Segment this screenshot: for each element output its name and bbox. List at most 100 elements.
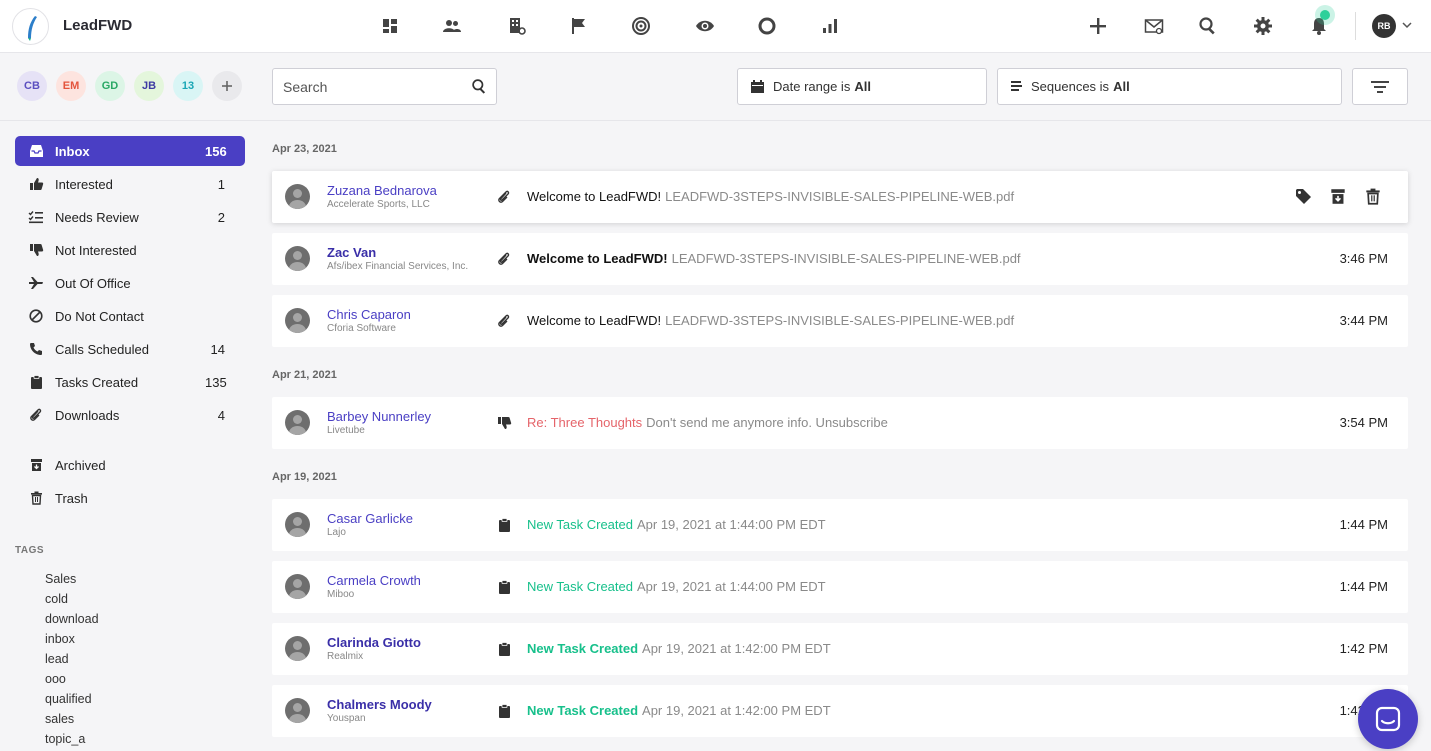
tag-item[interactable]: inbox: [45, 632, 75, 646]
contact-name[interactable]: Barbey Nunnerley: [327, 409, 431, 424]
goals-target-icon[interactable]: [630, 15, 652, 37]
thumbs-down-icon: [15, 243, 55, 257]
message-row[interactable]: Clarinda Giotto Realmix New Task Created…: [272, 623, 1408, 675]
sidebar-item-calls-scheduled[interactable]: Calls Scheduled 14: [15, 334, 245, 364]
contact-name[interactable]: Carmela Crowth: [327, 573, 421, 588]
sidebar-item-downloads[interactable]: Downloads 4: [15, 400, 245, 430]
sidebar-item-trash[interactable]: Trash: [15, 483, 245, 513]
team-avatar-jb[interactable]: JB: [134, 71, 164, 101]
reports-bar-chart-icon[interactable]: [819, 15, 841, 37]
visits-eye-icon[interactable]: [694, 15, 716, 37]
plus-icon: [222, 81, 232, 91]
contact-company: Afs/ibex Financial Services, Inc.: [327, 261, 469, 272]
contact-name[interactable]: Zac Van: [327, 245, 376, 260]
clipboard-icon: [15, 375, 55, 389]
inbox-icon: [15, 144, 55, 158]
message-row[interactable]: Chalmers Moody Youspan New Task Created A…: [272, 685, 1408, 737]
add-icon[interactable]: [1087, 15, 1109, 37]
tag-item[interactable]: lead: [45, 652, 69, 666]
trash-icon[interactable]: [1364, 187, 1382, 205]
message-row[interactable]: Zac Van Afs/ibex Financial Services, Inc…: [272, 233, 1408, 285]
search-field[interactable]: [272, 68, 497, 105]
archive-icon[interactable]: [1329, 187, 1347, 205]
advanced-filter-button[interactable]: [1352, 68, 1408, 105]
add-team-member-button[interactable]: [212, 71, 242, 101]
chat-icon: [1375, 706, 1401, 732]
sidebar-item-inbox[interactable]: Inbox 156: [15, 136, 245, 166]
user-avatar[interactable]: RB: [1372, 14, 1396, 38]
message-row[interactable]: Chris Caparon Cforia Software Welcome to…: [272, 295, 1408, 347]
contact-name[interactable]: Chalmers Moody: [327, 697, 432, 712]
date-range-label: Date range is: [773, 79, 851, 94]
sidebar-item-label: Do Not Contact: [55, 308, 144, 324]
dashboard-icon[interactable]: [379, 15, 401, 37]
sidebar-item-count: 14: [210, 341, 225, 357]
message-summary: New Task Created Apr 19, 2021 at 1:42:00 …: [527, 641, 831, 656]
sidebar-item-out-of-office[interactable]: Out Of Office: [15, 268, 245, 298]
message-row[interactable]: Carmela Crowth Miboo New Task Created Apr…: [272, 561, 1408, 613]
message-subject: Re: Three Thoughts: [527, 415, 643, 430]
message-preview: Apr 19, 2021 at 1:44:00 PM EDT: [636, 579, 826, 594]
tags-heading: TAGS: [15, 545, 45, 556]
campaigns-flag-icon[interactable]: [567, 15, 589, 37]
message-row[interactable]: Barbey Nunnerley Livetube Re: Three Thou…: [272, 397, 1408, 449]
notification-indicator: [1320, 10, 1330, 20]
team-avatar-initials: 13: [181, 80, 195, 92]
tag-item[interactable]: download: [45, 612, 99, 626]
message-preview: Apr 19, 2021 at 1:42:00 PM EDT: [642, 641, 831, 656]
sidebar-item-do-not-contact[interactable]: Do Not Contact: [15, 301, 245, 331]
sidebar-item-count: 135: [205, 374, 227, 390]
mail-icon[interactable]: [1143, 15, 1165, 37]
tag-item[interactable]: qualified: [45, 692, 92, 706]
team-avatar-initials: CB: [24, 80, 40, 92]
contact-avatar: [285, 512, 310, 537]
tag-item[interactable]: topic_a: [45, 732, 85, 746]
message-row[interactable]: Casar Garlicke Lajo New Task Created Apr …: [272, 499, 1408, 551]
tag-item[interactable]: Sales: [45, 572, 76, 586]
clipboard-icon: [496, 703, 512, 719]
chat-launcher-button[interactable]: [1358, 689, 1418, 749]
leadfwd-logo[interactable]: [12, 8, 49, 45]
sidebar-item-label: Needs Review: [55, 209, 139, 225]
message-preview: LEADFWD-3STEPS-INVISIBLE-SALES-PIPELINE-…: [671, 251, 1021, 266]
sequences-filter[interactable]: Sequences is All: [997, 68, 1342, 105]
search-icon[interactable]: [1197, 15, 1219, 37]
date-range-filter[interactable]: Date range is All: [737, 68, 987, 105]
settings-icon[interactable]: [1252, 15, 1274, 37]
status-circle-icon[interactable]: [756, 15, 778, 37]
sidebar-item-label: Not Interested: [55, 242, 137, 258]
contact-name[interactable]: Zuzana Bednarova: [327, 183, 437, 198]
search-icon[interactable]: [471, 78, 488, 100]
app-name: LeadFWD: [63, 17, 133, 34]
search-input[interactable]: [283, 77, 468, 97]
contacts-icon[interactable]: [441, 15, 463, 37]
sidebar-item-tasks-created[interactable]: Tasks Created 135: [15, 367, 245, 397]
sequences-label: Sequences is: [1031, 79, 1110, 94]
contact-name[interactable]: Chris Caparon: [327, 307, 411, 322]
team-avatar-more[interactable]: 13: [173, 71, 203, 101]
paperclip-icon: [496, 251, 512, 267]
sidebar-item-label: Interested: [55, 176, 113, 192]
companies-icon[interactable]: [506, 15, 528, 37]
team-avatar-cb[interactable]: CB: [17, 71, 47, 101]
sidebar-item-archived[interactable]: Archived: [15, 450, 245, 480]
contact-name[interactable]: Clarinda Giotto: [327, 635, 421, 650]
message-row[interactable]: Zuzana Bednarova Accelerate Sports, LLC …: [272, 171, 1408, 223]
message-preview: LEADFWD-3STEPS-INVISIBLE-SALES-PIPELINE-…: [665, 189, 1015, 204]
contact-name[interactable]: Casar Garlicke: [327, 511, 413, 526]
contact-avatar: [285, 184, 310, 209]
message-subject: Welcome to LeadFWD!: [527, 189, 662, 204]
contact-company: Accelerate Sports, LLC: [327, 199, 430, 210]
tag-item[interactable]: cold: [45, 592, 68, 606]
chevron-down-icon[interactable]: [1401, 18, 1413, 36]
tag-item[interactable]: sales: [45, 712, 74, 726]
team-avatar-gd[interactable]: GD: [95, 71, 125, 101]
tag-icon[interactable]: [1294, 187, 1312, 205]
contact-avatar: [285, 636, 310, 661]
sidebar-item-interested[interactable]: Interested 1: [15, 169, 245, 199]
sidebar-item-not-interested[interactable]: Not Interested: [15, 235, 245, 265]
sidebar-item-needs-review[interactable]: Needs Review 2: [15, 202, 245, 232]
team-avatar-em[interactable]: EM: [56, 71, 86, 101]
contact-company: Miboo: [327, 589, 355, 600]
tag-item[interactable]: ooo: [45, 672, 66, 686]
